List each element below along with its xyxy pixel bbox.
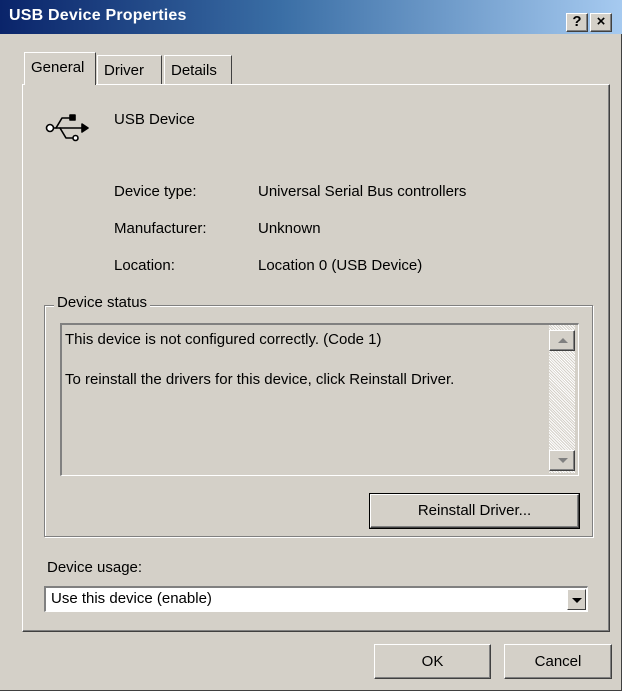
device-type-label: Device type: (114, 183, 197, 200)
reinstall-driver-button[interactable]: Reinstall Driver... (369, 493, 580, 529)
device-type-value: Universal Serial Bus controllers (258, 183, 467, 200)
window-title: USB Device Properties (9, 7, 187, 24)
scroll-up-button[interactable] (549, 330, 575, 351)
device-usage-value: Use this device (enable) (51, 590, 212, 607)
manufacturer-label: Manufacturer: (114, 220, 207, 237)
help-button[interactable]: ? (566, 13, 588, 32)
device-usage-select[interactable]: Use this device (enable) (44, 586, 588, 612)
cancel-button[interactable]: Cancel (504, 644, 612, 679)
dropdown-button[interactable] (567, 589, 586, 610)
tab-details[interactable]: Details (164, 55, 232, 85)
device-status-title: Device status (54, 294, 151, 311)
close-button[interactable]: × (590, 13, 612, 32)
chevron-up-icon (558, 338, 568, 343)
manufacturer-value: Unknown (258, 220, 321, 237)
tab-driver[interactable]: Driver (97, 55, 162, 85)
chevron-down-icon (572, 598, 582, 603)
status-line-2: To reinstall the drivers for this device… (65, 371, 455, 388)
ok-button[interactable]: OK (374, 644, 491, 679)
tab-general[interactable]: General (24, 52, 96, 85)
status-line-1: This device is not configured correctly.… (65, 331, 382, 348)
usb-properties-dialog: USB Device Properties ? × General Driver… (0, 0, 622, 691)
location-label: Location: (114, 257, 175, 274)
location-value: Location 0 (USB Device) (258, 257, 423, 274)
scroll-down-button[interactable] (549, 450, 575, 471)
title-bar[interactable]: USB Device Properties ? × (0, 0, 622, 34)
chevron-down-icon (558, 458, 568, 463)
device-usage-label: Device usage: (47, 559, 143, 576)
device-name: USB Device (114, 111, 195, 128)
usb-icon (45, 114, 89, 142)
